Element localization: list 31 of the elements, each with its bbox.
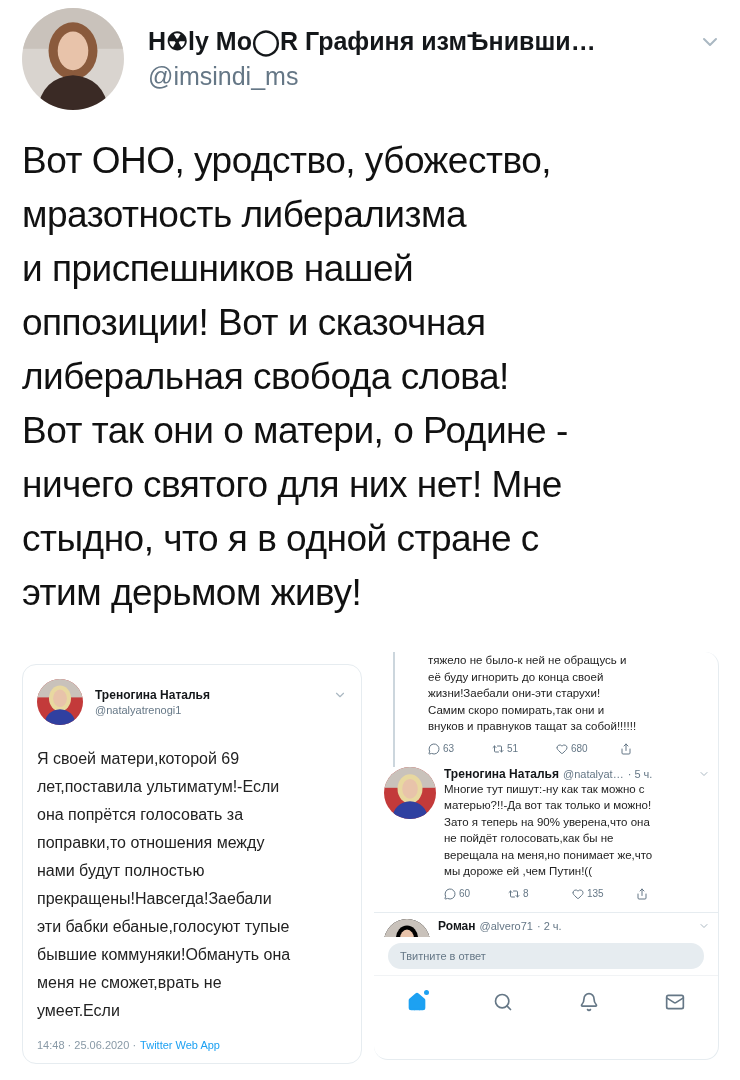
tweet-text: Вот ОНО, уродство, убожество, мразотность либерализма и приспешников нашей оппозиции! Вот и сказочная либеральная свобода слова! Вот так они о матери, о Родине - ничего святого для них нет! Мне стыдно, что я в одной стране с этим дерьмом живу! — [22, 139, 569, 615]
heart-icon[interactable] — [556, 742, 568, 755]
reply-field[interactable]: Твитните в ответ — [388, 942, 704, 969]
reply-author-name: Роман — [438, 918, 476, 933]
like-count: 135 — [587, 888, 604, 899]
timestamp: 14:48 · 25.06.2020 · — [37, 1039, 137, 1051]
reply-icon[interactable] — [428, 742, 440, 755]
share-icon[interactable] — [620, 742, 632, 755]
reply-icon[interactable] — [444, 887, 456, 900]
reply-count: 60 — [459, 888, 471, 899]
source-link[interactable]: Twitter Web App — [140, 1039, 220, 1051]
reply-author-name: Треногина Наталья — [444, 766, 559, 781]
share-icon[interactable] — [636, 887, 648, 900]
author-name: Треногина Наталья — [95, 688, 210, 702]
like-count: 680 — [571, 743, 588, 754]
reply-text: Многие тут пишут:-ну как так можно с матерью?!!-Да вот так только и можно! Зато я теперь на 90% уверена,что она не пойдёт голосовать,как бы не верещала на меня,но понимает же,что мы дороже ей ,чем Путин!(( — [444, 781, 654, 879]
retweet-icon[interactable] — [508, 887, 520, 900]
heart-icon[interactable] — [572, 887, 584, 900]
reply-time: · 2 ч. — [536, 919, 562, 932]
reply-author-handle: @alvero71 — [479, 919, 533, 932]
author-name: H☢ly Mo◯R Графиня измѢнивши… — [148, 27, 596, 56]
author-handle: @natalyatrenogi1 — [95, 704, 183, 716]
tweet-text: тяжело не было-к ней не обращусь и eё буду игнорить до конца своей жизни!Заебали они-эти старухи! Самим скоро помирать,так они и внуков и правнуков тащат за собой!!!!!! — [428, 653, 637, 734]
reply-count: 63 — [443, 743, 455, 754]
retweet-icon[interactable] — [492, 742, 504, 755]
reply-time: · 5 ч. — [627, 767, 653, 780]
tweet-text: Я своей матери,которой 69 лет,поставила ультиматум!-Если она попрётся голосовать за поправки,то отношения между нами будут полностью прекращены!Навсегда!Заебали эти бабки ебаные,голосуют тупые бывшие коммуняки!Обмануть она меня не сможет,врать не умеет.Если — [37, 749, 292, 1021]
retweet-count: 8 — [523, 888, 529, 899]
retweet-count: 51 — [507, 743, 519, 754]
reply-author-handle: @natalyat… — [563, 767, 624, 780]
author-handle: @imsindi_ms — [148, 62, 300, 91]
